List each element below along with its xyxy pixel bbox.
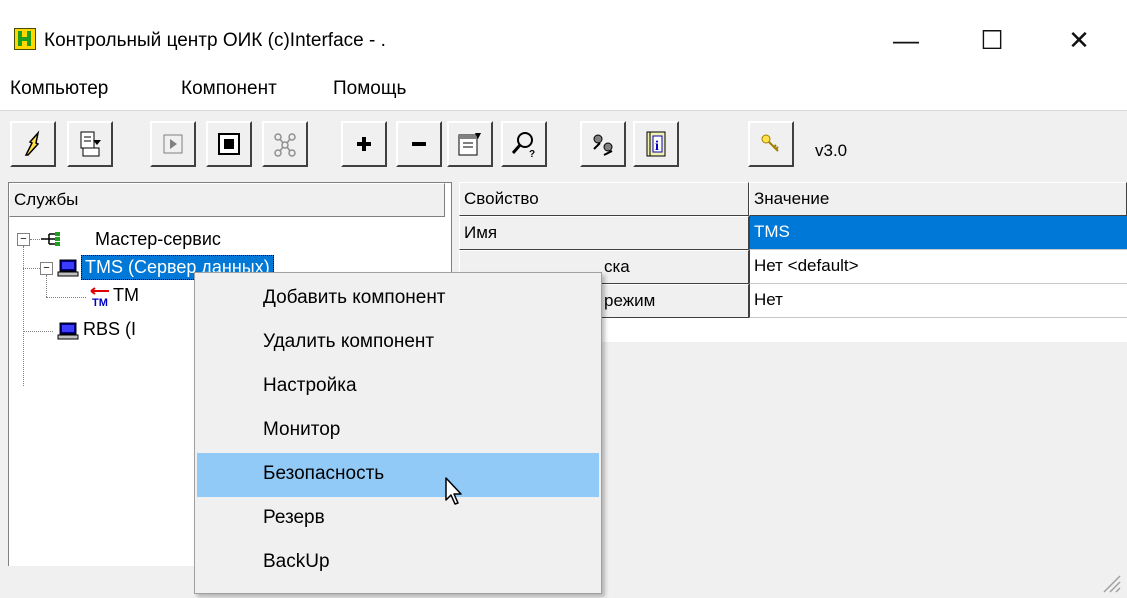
menu-item-add-component[interactable]: Добавить компонент xyxy=(197,277,599,321)
computer-icon xyxy=(57,322,79,340)
tree-line xyxy=(23,268,40,269)
connect-icon xyxy=(24,130,40,156)
stop-icon xyxy=(218,133,240,155)
toolbar: ? i xyxy=(0,110,1127,181)
network-icon xyxy=(274,133,296,157)
add-button[interactable] xyxy=(341,121,387,167)
menu-item-security[interactable]: Безопасность xyxy=(197,453,599,497)
stop-button[interactable] xyxy=(206,121,252,167)
property-name-cell[interactable]: Имя xyxy=(459,216,749,250)
computer-icon xyxy=(57,259,79,277)
tree-line xyxy=(46,275,47,297)
play-button[interactable] xyxy=(150,121,196,167)
tree-root-label[interactable]: Мастер-сервис xyxy=(95,229,221,250)
menu-item-monitor[interactable]: Монитор xyxy=(197,409,599,453)
collapse-icon[interactable]: − xyxy=(40,262,53,275)
menu-component[interactable]: Компонент xyxy=(181,78,277,100)
property-value-cell[interactable]: Нет <default> xyxy=(749,250,1127,284)
menu-item-settings[interactable]: Настройка xyxy=(197,365,599,409)
svg-text:?: ? xyxy=(529,149,535,159)
tree-node-rbs[interactable]: RBS (I xyxy=(83,319,136,340)
users-icon xyxy=(593,134,613,156)
column-header-value[interactable]: Значение xyxy=(749,182,1127,216)
version-label: v3.0 xyxy=(815,141,848,160)
maximize-button[interactable]: ☐ xyxy=(959,14,1025,66)
key-button[interactable] xyxy=(748,121,794,167)
close-button[interactable]: ✕ xyxy=(1046,14,1112,66)
search-button[interactable]: ? xyxy=(501,121,547,167)
column-header-property[interactable]: Свойство xyxy=(459,182,749,216)
tree-node-tm[interactable]: TM xyxy=(113,285,139,306)
users-button[interactable] xyxy=(580,121,626,167)
tree-header[interactable]: Службы xyxy=(9,183,445,217)
export-button[interactable] xyxy=(67,121,113,167)
network-button[interactable] xyxy=(262,121,308,167)
collapse-icon[interactable]: − xyxy=(17,233,30,246)
menu-item-reserve[interactable]: Резерв xyxy=(197,497,599,541)
context-menu: Добавить компонент Удалить компонент Нас… xyxy=(194,272,602,594)
connect-button[interactable] xyxy=(10,121,56,167)
network-tree-icon xyxy=(41,232,60,246)
property-value-cell[interactable]: Нет xyxy=(749,284,1127,318)
properties-button[interactable] xyxy=(447,121,493,167)
menu-item-backup[interactable]: BackUp xyxy=(197,541,599,585)
menu-computer[interactable]: Компьютер xyxy=(10,78,108,100)
menu-item-delete-component[interactable]: Удалить компонент xyxy=(197,321,599,365)
info-icon: i xyxy=(646,131,666,157)
menu-help[interactable]: Помощь xyxy=(333,78,406,100)
menu-bar: Компьютер Компонент Помощь xyxy=(0,66,1127,110)
tm-icon: TM xyxy=(90,287,109,307)
plus-icon xyxy=(357,137,371,151)
export-icon xyxy=(80,131,101,157)
svg-text:TM: TM xyxy=(92,297,108,307)
title-bar: Контрольный центр ОИК (c)Interface - . —… xyxy=(0,0,1127,66)
remove-button[interactable] xyxy=(396,121,442,167)
key-icon xyxy=(761,134,779,152)
mouse-cursor-icon xyxy=(445,477,462,505)
info-button[interactable]: i xyxy=(633,121,679,167)
property-value-cell[interactable]: TMS xyxy=(749,216,1127,250)
svg-text:i: i xyxy=(655,139,659,154)
window-title: Контрольный центр ОИК (c)Interface - . xyxy=(44,30,386,51)
properties-icon xyxy=(458,133,481,156)
app-icon xyxy=(14,28,36,50)
tree-line xyxy=(23,331,53,332)
minimize-button[interactable]: — xyxy=(873,14,939,66)
tree-line xyxy=(23,246,24,386)
tree-line xyxy=(46,297,86,298)
resize-grip-icon[interactable] xyxy=(1100,572,1122,594)
search-icon: ? xyxy=(511,132,535,159)
play-icon xyxy=(163,134,183,154)
minus-icon xyxy=(412,142,426,146)
